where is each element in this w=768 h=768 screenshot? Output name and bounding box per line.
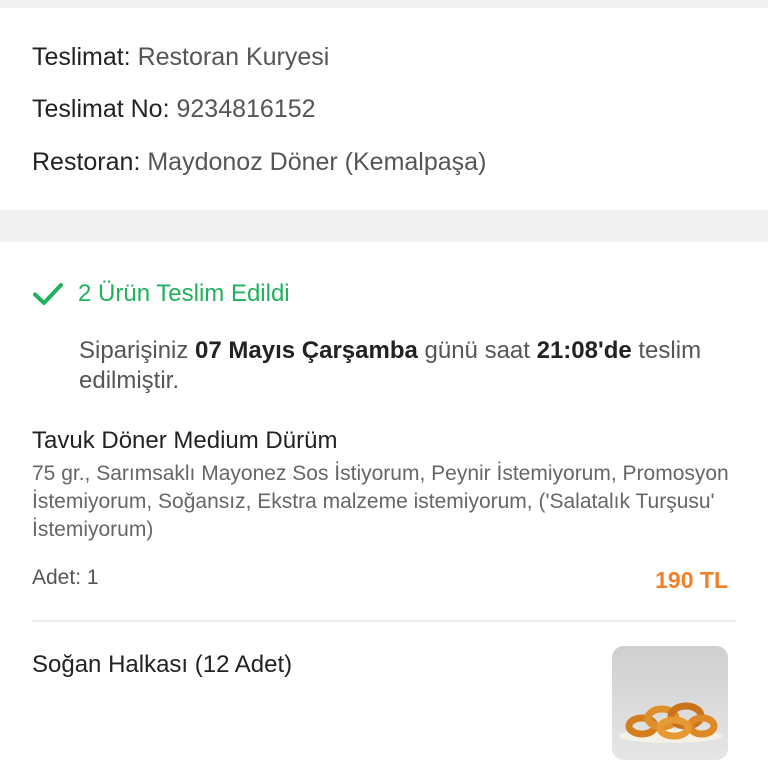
item-description: 75 gr., Sarımsaklı Mayonez Sos İstiyorum…: [32, 462, 729, 541]
onion-rings-photo[interactable]: [612, 646, 728, 760]
item-name: Tavuk Döner Medium Dürüm: [32, 427, 338, 454]
section-separator: [0, 210, 768, 242]
restaurant-value: Maydonoz Döner (Kemalpaşa): [147, 148, 487, 176]
status-text: 2 Ürün Teslim Edildi: [78, 280, 290, 307]
delivery-date: 07 Mayıs Çarşamba: [195, 337, 418, 364]
delivery-number-value: 9234816152: [176, 95, 316, 123]
item-price: 190 TL: [655, 567, 728, 593]
delivery-number-label: Teslimat No:: [32, 95, 170, 123]
delivery-type-label: Teslimat:: [32, 43, 131, 71]
delivery-status: 2 Ürün Teslim Edildi: [32, 278, 290, 310]
delivery-type-row: Teslimat: Restoran Kuryesi: [32, 42, 329, 72]
message-prefix: Siparişiniz: [79, 337, 189, 364]
onion-rings-image: [612, 646, 728, 760]
message-mid: günü saat: [424, 337, 530, 364]
check-icon: [33, 283, 63, 305]
delivery-type-value: Restoran Kuryesi: [137, 43, 330, 71]
top-separator: [0, 0, 768, 8]
delivery-number-row: Teslimat No: 9234816152: [32, 94, 316, 124]
delivery-time: 21:08'de: [536, 337, 632, 364]
restaurant-label: Restoran:: [32, 148, 141, 176]
item-quantity: Adet: 1: [32, 566, 99, 589]
item-name: Soğan Halkası (12 Adet): [32, 651, 293, 678]
delivery-message: Siparişiniz 07 Mayıs Çarşamba günü saat …: [79, 336, 739, 396]
restaurant-row: Restoran: Maydonoz Döner (Kemalpaşa): [32, 147, 486, 177]
item-divider: [32, 620, 736, 622]
